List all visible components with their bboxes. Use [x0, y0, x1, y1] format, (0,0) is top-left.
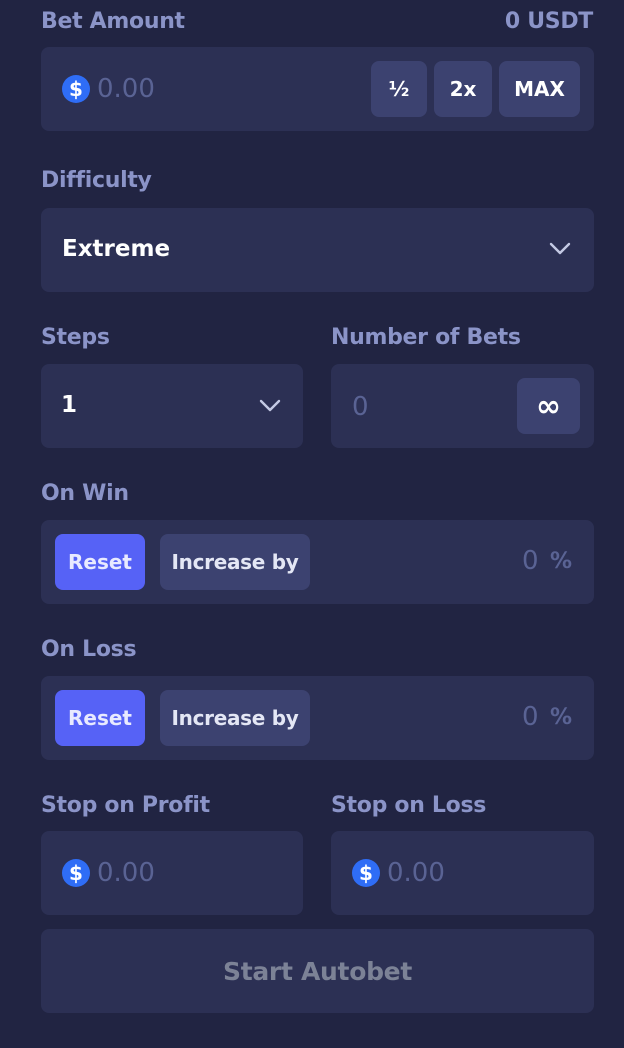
double-button[interactable]: 2x [434, 61, 492, 117]
dollar-coin-icon: $ [62, 859, 90, 887]
steps-label: Steps [41, 325, 110, 350]
bet-amount-label: Bet Amount [41, 9, 185, 34]
on-win-increase-button[interactable]: Increase by [160, 534, 310, 590]
balance-text: 0 USDT [504, 9, 593, 34]
autobet-panel: Bet Amount 0 USDT $ 0.00 ½ 2x MAX Diffic… [0, 0, 624, 1048]
on-win-label: On Win [41, 481, 129, 506]
difficulty-label: Difficulty [41, 168, 152, 193]
chevron-down-icon [259, 399, 281, 412]
stop-on-loss-label: Stop on Loss [331, 793, 487, 818]
on-loss-percent-input[interactable]: 0 [522, 702, 539, 732]
percent-icon: % [550, 549, 573, 574]
on-loss-label: On Loss [41, 637, 137, 662]
on-loss-increase-button[interactable]: Increase by [160, 690, 310, 746]
stop-on-profit-field[interactable]: $ 0.00 [41, 831, 303, 915]
difficulty-value: Extreme [62, 236, 171, 262]
steps-select[interactable]: 1 [41, 364, 303, 448]
dollar-coin-icon: $ [352, 859, 380, 887]
bet-amount-input[interactable]: 0.00 [97, 74, 155, 104]
max-button[interactable]: MAX [499, 61, 580, 117]
steps-value: 1 [61, 392, 78, 418]
number-of-bets-label: Number of Bets [331, 325, 521, 350]
number-of-bets-input[interactable]: 0 [352, 392, 369, 422]
stop-on-profit-label: Stop on Profit [41, 793, 210, 818]
on-win-percent-input[interactable]: 0 [522, 546, 539, 576]
percent-icon: % [550, 705, 573, 730]
difficulty-select[interactable]: Extreme [41, 208, 594, 292]
dollar-coin-icon: $ [62, 75, 90, 103]
stop-on-loss-field[interactable]: $ 0.00 [331, 831, 594, 915]
chevron-down-icon [549, 242, 571, 255]
on-win-field: Reset Increase by 0 % [41, 520, 594, 604]
half-button[interactable]: ½ [371, 61, 427, 117]
on-loss-field: Reset Increase by 0 % [41, 676, 594, 760]
infinity-icon: ∞ [536, 388, 561, 424]
infinity-button[interactable]: ∞ [517, 378, 580, 434]
start-autobet-button[interactable]: Start Autobet [41, 929, 594, 1013]
on-loss-reset-button[interactable]: Reset [55, 690, 145, 746]
stop-on-loss-input[interactable]: 0.00 [387, 858, 445, 888]
stop-on-profit-input[interactable]: 0.00 [97, 858, 155, 888]
number-of-bets-field[interactable]: 0 ∞ [331, 364, 594, 448]
bet-amount-field[interactable]: $ 0.00 ½ 2x MAX [41, 47, 594, 131]
on-win-reset-button[interactable]: Reset [55, 534, 145, 590]
